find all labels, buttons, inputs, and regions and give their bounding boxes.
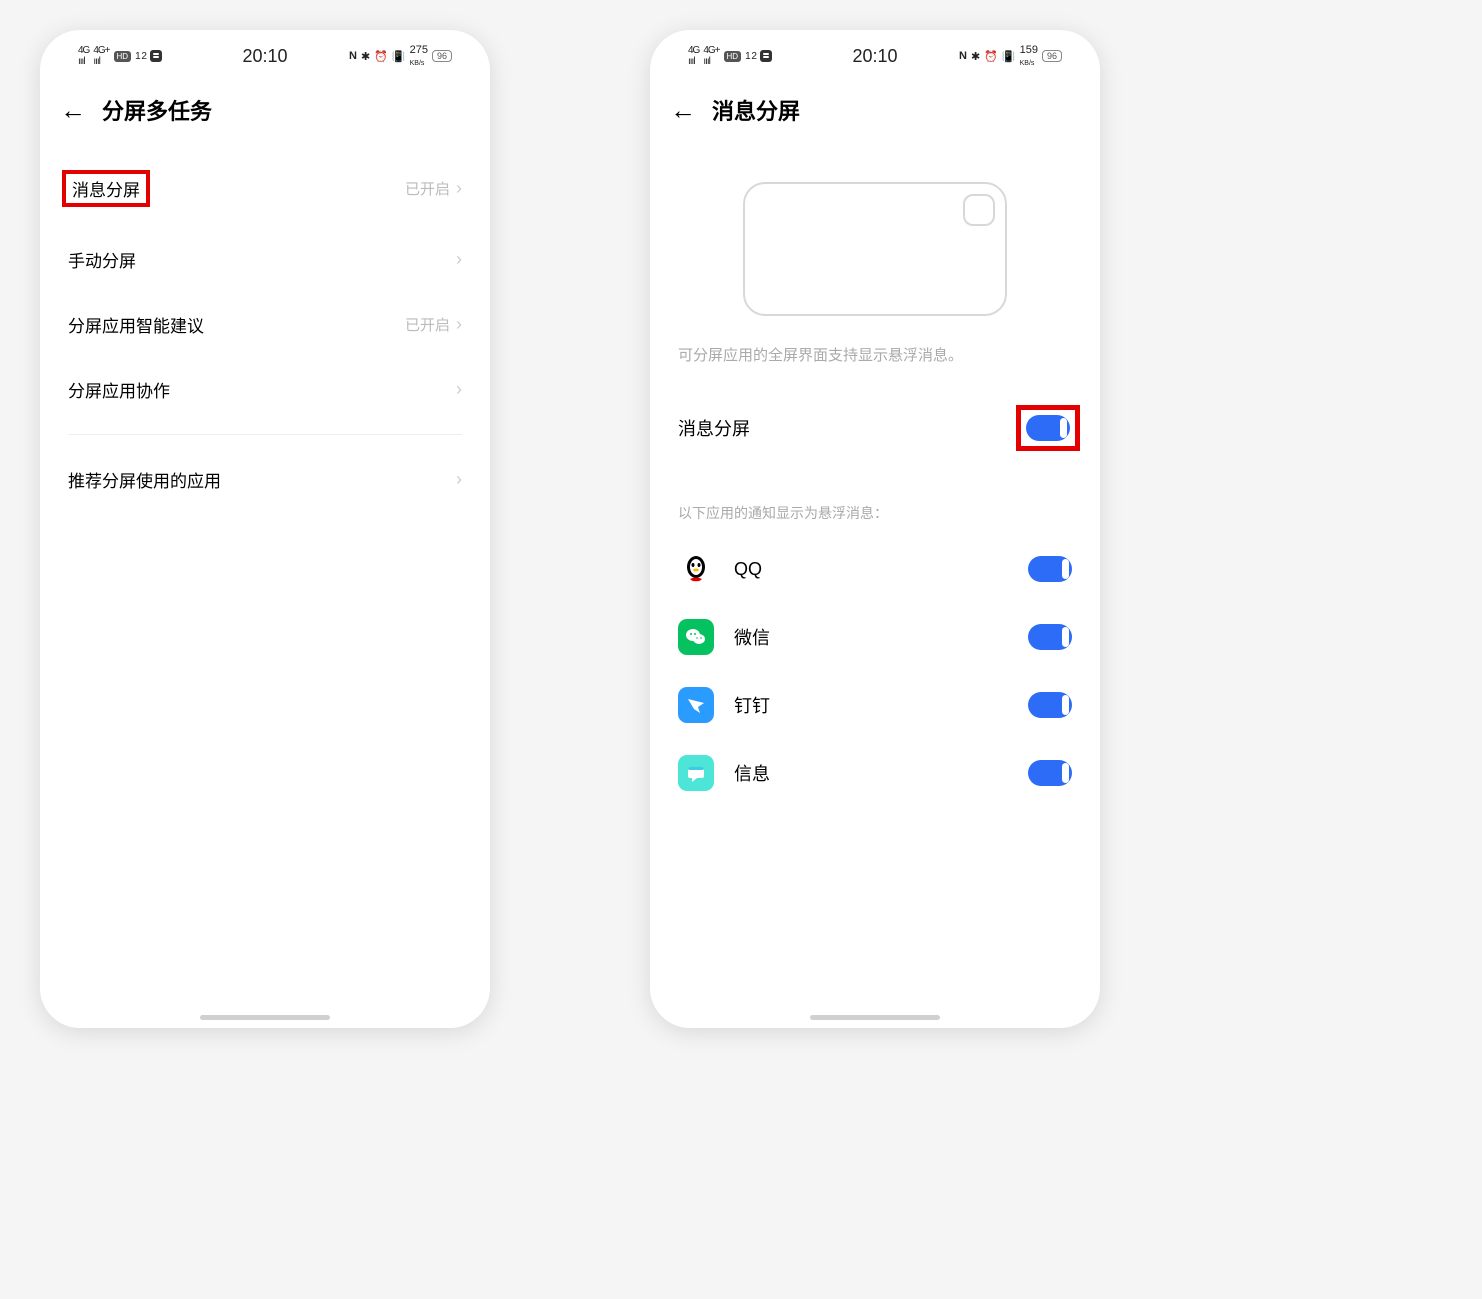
hd-sub: 1 2: [135, 51, 146, 62]
page-title: 分屏多任务: [102, 94, 212, 126]
app-toggle-qq[interactable]: [1028, 556, 1072, 582]
signal-1: 4Gıııl: [78, 45, 89, 67]
nfc-icon: N: [349, 50, 357, 62]
vibrate-icon: 📳: [392, 50, 406, 63]
qq-icon: [678, 551, 714, 587]
app-name: 微信: [734, 624, 770, 650]
vibrate-icon: 📳: [1002, 50, 1016, 63]
splitscreen-illustration: [743, 182, 1007, 316]
hd-sub: 1 2: [745, 51, 756, 62]
item-manual-splitscreen[interactable]: 手动分屏 ›: [58, 227, 472, 292]
back-icon[interactable]: ←: [670, 97, 696, 123]
app-row-wechat: 微信: [650, 603, 1100, 671]
description-text: 可分屏应用的全屏界面支持显示悬浮消息。: [650, 344, 1100, 385]
status-bar: 4Gıııl 4G+ıııl HD 1 2 20:10 N ✱ ⏰ 📳 159K…: [650, 30, 1100, 76]
home-indicator[interactable]: [810, 1015, 940, 1020]
item-message-splitscreen[interactable]: 消息分屏 已开启›: [58, 150, 472, 227]
main-toggle-label: 消息分屏: [678, 415, 750, 441]
highlight-box: 消息分屏: [62, 170, 150, 207]
bluetooth-icon: ✱: [361, 50, 370, 63]
app-toggle-dingtalk[interactable]: [1028, 692, 1072, 718]
app-name: QQ: [734, 559, 762, 580]
chevron-right-icon: ›: [456, 469, 462, 490]
notification-bubble-icon: [963, 194, 995, 226]
dingtalk-icon: [678, 687, 714, 723]
network-speed: 275KB/s: [410, 44, 428, 68]
item-recommended-apps[interactable]: 推荐分屏使用的应用 ›: [58, 447, 472, 512]
item-app-collaboration[interactable]: 分屏应用协作 ›: [58, 357, 472, 422]
status-time: 20:10: [852, 46, 897, 67]
bluetooth-icon: ✱: [971, 50, 980, 63]
signal-2: 4G+ıııl: [93, 45, 109, 67]
nfc-icon: N: [959, 50, 967, 62]
app-toggle-wechat[interactable]: [1028, 624, 1072, 650]
battery-level: 96: [1042, 50, 1062, 62]
chevron-right-icon: ›: [456, 249, 462, 270]
battery-level: 96: [432, 50, 452, 62]
main-toggle[interactable]: [1026, 415, 1070, 441]
hd-badge: HD: [114, 51, 132, 62]
alarm-icon: ⏰: [374, 50, 388, 63]
item-smart-suggestions[interactable]: 分屏应用智能建议 已开启›: [58, 292, 472, 357]
chevron-right-icon: ›: [456, 379, 462, 400]
messages-icon: [678, 755, 714, 791]
section-label: 以下应用的通知显示为悬浮消息：: [650, 471, 1100, 535]
message-indicator-icon: [150, 50, 162, 62]
message-indicator-icon: [760, 50, 772, 62]
network-speed: 159KB/s: [1020, 44, 1038, 68]
divider: [68, 434, 462, 435]
phone-screen-2: 4Gıııl 4G+ıııl HD 1 2 20:10 N ✱ ⏰ 📳 159K…: [650, 30, 1100, 1028]
signal-2: 4G+ıııl: [703, 45, 719, 67]
signal-1: 4Gıııl: [688, 45, 699, 67]
status-time: 20:10: [242, 46, 287, 67]
page-title: 消息分屏: [712, 94, 800, 126]
alarm-icon: ⏰: [984, 50, 998, 63]
status-bar: 4Gıııl 4G+ıııl HD 1 2 20:10 N ✱ ⏰ 📳 275K…: [40, 30, 490, 76]
chevron-right-icon: ›: [456, 314, 462, 335]
back-icon[interactable]: ←: [60, 97, 86, 123]
phone-screen-1: 4Gıııl 4G+ıııl HD 1 2 20:10 N ✱ ⏰ 📳 275K…: [40, 30, 490, 1028]
app-row-dingtalk: 钉钉: [650, 671, 1100, 739]
app-name: 钉钉: [734, 692, 770, 718]
app-row-messages: 信息: [650, 739, 1100, 807]
app-row-qq: QQ: [650, 535, 1100, 603]
wechat-icon: [678, 619, 714, 655]
highlight-box-toggle: [1016, 405, 1080, 451]
hd-badge: HD: [724, 51, 742, 62]
app-name: 信息: [734, 760, 770, 786]
app-toggle-messages[interactable]: [1028, 760, 1072, 786]
home-indicator[interactable]: [200, 1015, 330, 1020]
chevron-right-icon: ›: [456, 178, 462, 199]
